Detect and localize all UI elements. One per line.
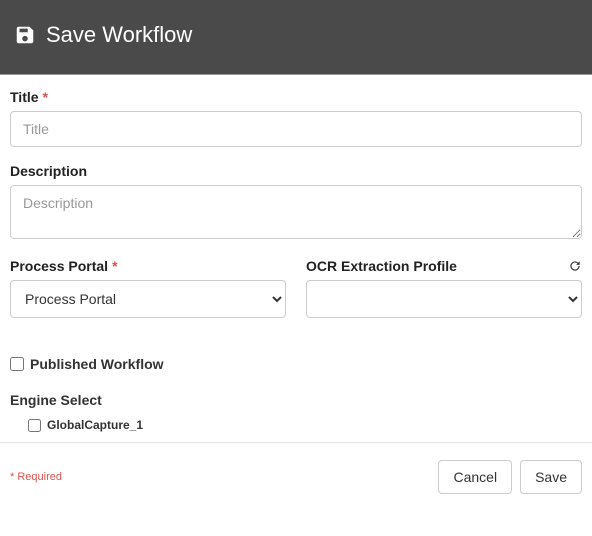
published-workflow-row: Published Workflow <box>10 356 582 372</box>
refresh-icon[interactable] <box>568 259 582 273</box>
dialog-content: Title * Description Process Portal * Pro… <box>0 75 592 442</box>
process-portal-select[interactable]: Process Portal <box>10 280 286 318</box>
published-workflow-label: Published Workflow <box>30 356 164 372</box>
engine-select-section: Engine Select GlobalCapture_1 <box>10 392 582 432</box>
process-portal-field: Process Portal * Process Portal <box>10 258 286 318</box>
engine-item-label: GlobalCapture_1 <box>47 418 143 432</box>
dialog-footer: * Required Cancel Save <box>0 442 592 504</box>
portal-ocr-row: Process Portal * Process Portal OCR Extr… <box>10 258 582 334</box>
description-label-text: Description <box>10 163 87 179</box>
title-label-text: Title <box>10 89 39 105</box>
dialog-header: Save Workflow <box>0 0 592 75</box>
engine-select-label: Engine Select <box>10 392 582 408</box>
engine-item-checkbox[interactable] <box>28 419 41 432</box>
save-icon <box>14 24 36 46</box>
footer-buttons: Cancel Save <box>438 460 582 494</box>
published-workflow-checkbox[interactable] <box>10 357 24 371</box>
required-star: * <box>112 258 117 274</box>
dialog-title: Save Workflow <box>46 22 192 48</box>
title-input[interactable] <box>10 111 582 147</box>
engine-item: GlobalCapture_1 <box>10 418 582 432</box>
ocr-profile-field: OCR Extraction Profile <box>306 258 582 318</box>
save-button[interactable]: Save <box>520 460 582 494</box>
title-label: Title * <box>10 89 582 105</box>
required-star: * <box>43 89 48 105</box>
process-portal-label-text: Process Portal <box>10 258 108 274</box>
description-input[interactable] <box>10 185 582 239</box>
required-note: * Required <box>10 471 62 483</box>
title-field: Title * <box>10 89 582 147</box>
description-label: Description <box>10 163 582 179</box>
ocr-profile-label-text: OCR Extraction Profile <box>306 258 457 274</box>
ocr-profile-label: OCR Extraction Profile <box>306 258 457 274</box>
cancel-button[interactable]: Cancel <box>438 460 512 494</box>
description-field: Description <box>10 163 582 242</box>
process-portal-label: Process Portal * <box>10 258 286 274</box>
ocr-profile-select[interactable] <box>306 280 582 318</box>
